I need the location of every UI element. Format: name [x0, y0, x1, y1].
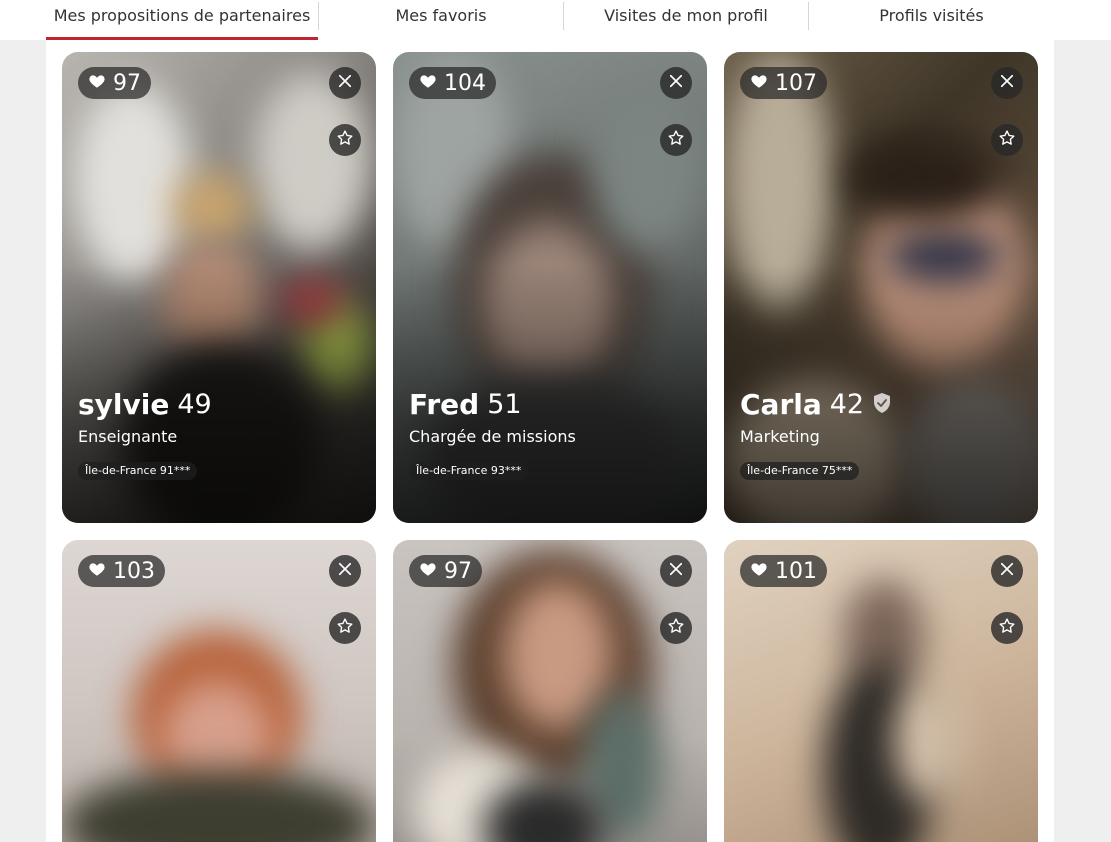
shield-check-icon — [872, 392, 892, 418]
close-icon — [998, 72, 1016, 94]
tab-label: Mes propositions de partenaires — [53, 6, 311, 25]
tab-label: Visites de mon profil — [604, 6, 768, 25]
dismiss-button[interactable] — [660, 555, 692, 587]
profile-info: sylvie 49 Enseignante Île-de-France 91**… — [78, 388, 212, 480]
favorite-button[interactable] — [329, 124, 361, 156]
heart-icon — [750, 71, 768, 96]
profile-card[interactable]: 101 — [724, 540, 1038, 842]
name-line: Fred 51 — [409, 388, 576, 421]
favorite-button[interactable] — [991, 612, 1023, 644]
likes-count: 103 — [113, 558, 155, 584]
likes-count: 101 — [775, 558, 817, 584]
heart-icon — [419, 71, 437, 96]
likes-badge: 104 — [409, 67, 496, 99]
likes-count: 104 — [444, 70, 486, 96]
star-icon — [998, 129, 1016, 151]
tab-visites-profil[interactable]: Visites de mon profil — [564, 0, 808, 40]
profile-card[interactable]: 104 Fred 51 Chargée de missions Île-de-F… — [393, 52, 707, 523]
profile-name: Carla — [740, 388, 822, 421]
likes-count: 97 — [444, 558, 472, 584]
profile-card[interactable]: 103 — [62, 540, 376, 842]
tab-profils-visites[interactable]: Profils visités — [809, 0, 1054, 40]
dismiss-button[interactable] — [329, 67, 361, 99]
tab-propositions[interactable]: Mes propositions de partenaires — [46, 0, 318, 40]
name-line: Carla 42 — [740, 388, 892, 421]
profile-info: Fred 51 Chargée de missions Île-de-Franc… — [409, 388, 576, 480]
tab-label: Mes favoris — [395, 6, 487, 25]
location-badge: Île-de-France 93*** — [409, 462, 529, 480]
dismiss-button[interactable] — [991, 67, 1023, 99]
profile-job: Chargée de missions — [409, 427, 576, 446]
profile-job: Marketing — [740, 427, 820, 446]
profile-age: 51 — [487, 389, 522, 420]
profile-name: sylvie — [78, 388, 170, 421]
profile-card[interactable]: 97 — [393, 540, 707, 842]
profile-job: Enseignante — [78, 427, 178, 446]
likes-badge: 103 — [78, 555, 165, 587]
tab-label: Profils visités — [879, 6, 984, 25]
profile-age: 49 — [177, 389, 212, 420]
profile-info: Carla 42 Marketing Île-de-France 75*** — [740, 388, 892, 480]
favorite-button[interactable] — [329, 612, 361, 644]
location-badge: Île-de-France 75*** — [740, 462, 860, 480]
dismiss-button[interactable] — [329, 555, 361, 587]
likes-badge: 107 — [740, 67, 827, 99]
star-icon — [336, 617, 354, 639]
likes-count: 97 — [113, 70, 141, 96]
close-icon — [336, 72, 354, 94]
heart-icon — [750, 559, 768, 584]
likes-badge: 101 — [740, 555, 827, 587]
favorite-button[interactable] — [991, 124, 1023, 156]
likes-badge: 97 — [78, 67, 151, 99]
close-icon — [667, 560, 685, 582]
location-badge: Île-de-France 91*** — [78, 462, 198, 480]
profile-card[interactable]: 107 Carla 42 Marketing Île-de-France 75*… — [724, 52, 1038, 523]
close-icon — [667, 72, 685, 94]
star-icon — [998, 617, 1016, 639]
heart-icon — [419, 559, 437, 584]
likes-count: 107 — [775, 70, 817, 96]
close-icon — [998, 560, 1016, 582]
star-icon — [336, 129, 354, 151]
dismiss-button[interactable] — [660, 67, 692, 99]
favorite-button[interactable] — [660, 124, 692, 156]
name-line: sylvie 49 — [78, 388, 212, 421]
heart-icon — [88, 559, 106, 584]
profile-age: 42 — [829, 389, 865, 420]
profile-card[interactable]: 97 sylvie 49 Enseignante Île-de-France 9… — [62, 52, 376, 523]
profile-name: Fred — [409, 388, 480, 421]
star-icon — [667, 617, 685, 639]
dismiss-button[interactable] — [991, 555, 1023, 587]
close-icon — [336, 560, 354, 582]
tab-bar: Mes propositions de partenaires Mes favo… — [0, 0, 1111, 40]
star-icon — [667, 129, 685, 151]
heart-icon — [88, 71, 106, 96]
likes-badge: 97 — [409, 555, 482, 587]
favorite-button[interactable] — [660, 612, 692, 644]
tab-favoris[interactable]: Mes favoris — [319, 0, 563, 40]
